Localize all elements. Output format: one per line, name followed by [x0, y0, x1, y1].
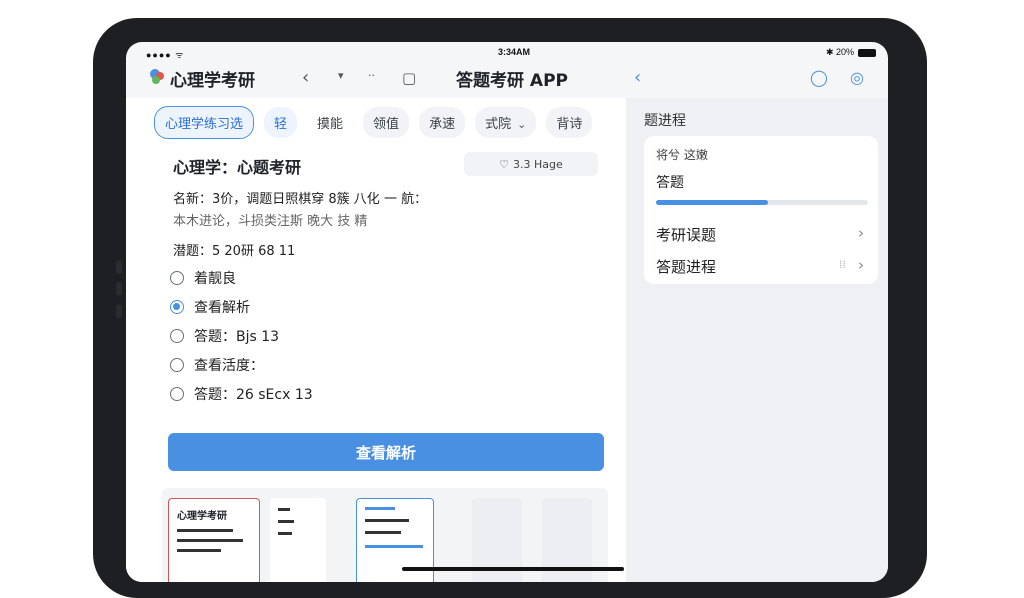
- thumbnail-card[interactable]: [270, 498, 326, 582]
- option-item[interactable]: 答题：Bjs 13: [170, 326, 279, 346]
- progress-subtitle: 将兮 这嫩: [656, 148, 708, 162]
- option-item[interactable]: 着靓良: [170, 268, 236, 288]
- page-title: 答题考研 APP: [456, 71, 568, 91]
- tab-light[interactable]: 轻: [264, 106, 298, 138]
- chevron-left-icon[interactable]: ‹: [302, 68, 309, 88]
- progress-label: 答题: [656, 175, 684, 191]
- progress-card: 将兮 这嫩 答题 考研误题 › 答题进程 ⁞⁞ ›: [644, 136, 878, 284]
- like-button[interactable]: ♡ 3.3 Hage: [464, 152, 598, 176]
- question-pane: 心理学练习选 轻 摸能 领值 承速 式院 ⌄ 背诗 心理学：心题考研 ♡ 3.3 …: [126, 98, 626, 582]
- circle-icon[interactable]: ◯: [810, 68, 828, 88]
- thumbnail-line: [177, 539, 243, 542]
- option-label: 答题：26 sEcx 13: [194, 387, 313, 403]
- option-item[interactable]: 查看活度：: [170, 355, 264, 375]
- app-screen: ●●●● ᯤ 3:34AM ✱ 20% 心理学考研 ‹ ▾ ·· ▢ 答题考研 …: [126, 42, 888, 582]
- menu-row-label: 答题进程: [656, 258, 717, 276]
- like-text: 3.3 Hage: [513, 157, 563, 171]
- radio-button[interactable]: [170, 387, 184, 401]
- menu-row-wrong-questions[interactable]: 考研误题 ›: [656, 224, 868, 245]
- chevron-down-icon: ⌄: [517, 117, 527, 131]
- home-indicator: [402, 567, 624, 571]
- battery-icon: [858, 48, 876, 57]
- drag-handle-icon: ⁞⁞: [839, 258, 846, 271]
- question-meta-line1: 名新：3价，调题日照棋穿 8簇 八化 一 航：: [173, 192, 428, 207]
- question-title: 心理学：心题考研: [173, 158, 302, 177]
- thumbnail-line: [278, 508, 290, 511]
- thumbnail-line: [278, 532, 292, 535]
- option-item[interactable]: 查看解析: [170, 297, 250, 317]
- radio-button[interactable]: [170, 329, 184, 343]
- thumbnail-line: [365, 507, 395, 510]
- tab-ability[interactable]: 摸能: [307, 106, 354, 138]
- radio-button-selected[interactable]: [170, 300, 184, 314]
- view-analysis-button[interactable]: 查看解析: [168, 433, 604, 471]
- battery-text: ✱ 20%: [825, 47, 854, 57]
- radio-button[interactable]: [170, 271, 184, 285]
- thumbnail-card-selected[interactable]: 心理学考研: [168, 498, 260, 582]
- thumbnail-line: [365, 519, 409, 522]
- menu-row-answer-progress[interactable]: 答题进程 ⁞⁞ ›: [656, 256, 868, 277]
- thumbnail-line: [365, 531, 401, 534]
- tab-value[interactable]: 领值: [363, 106, 410, 138]
- status-time: 3:34AM: [498, 47, 531, 57]
- category-tabs: 心理学练习选 轻 摸能 领值 承速 式院 ⌄ 背诗: [154, 105, 593, 139]
- progress-bar: [656, 200, 868, 205]
- thumbnail-line: [278, 520, 294, 523]
- option-label: 查看解析: [194, 300, 250, 316]
- progress-fill: [656, 200, 769, 205]
- option-label: 答题：Bjs 13: [194, 329, 280, 345]
- tab-style[interactable]: 式院 ⌄: [475, 106, 537, 138]
- more-dots-icon[interactable]: ··: [368, 66, 375, 86]
- side-button-bottom: [116, 304, 122, 318]
- progress-pane: 题进程 将兮 这嫩 答题 考研误题 › 答题进程 ⁞⁞ ›: [626, 98, 888, 582]
- tab-style-label: 式院: [485, 116, 512, 132]
- tab-recite[interactable]: 背诗: [546, 106, 593, 138]
- tab-practice[interactable]: 心理学练习选: [154, 105, 255, 139]
- chevron-down-icon[interactable]: ▾: [338, 66, 344, 86]
- signal-indicator: ●●●● ᯤ: [146, 50, 185, 60]
- thumbnail-line: [177, 549, 221, 552]
- thumbnail-line: [177, 529, 233, 532]
- side-button-mid: [116, 282, 122, 296]
- chat-bubble-icon[interactable]: ▢: [402, 68, 416, 88]
- option-label: 查看活度：: [194, 358, 264, 374]
- camera-icon[interactable]: ◎: [850, 68, 864, 88]
- option-item[interactable]: 答题：26 sEcx 13: [170, 384, 313, 404]
- app-logo-icon: [150, 69, 164, 84]
- battery-area: ✱ 20%: [826, 47, 876, 58]
- option-label: 着靓良: [194, 271, 236, 287]
- status-bar: ●●●● ᯤ 3:34AM ✱ 20%: [126, 42, 888, 64]
- progress-header: 题进程: [644, 113, 686, 129]
- radio-button[interactable]: [170, 358, 184, 372]
- app-title: 心理学考研: [170, 71, 255, 91]
- back-icon[interactable]: ‹: [634, 68, 641, 88]
- tab-speed[interactable]: 承速: [419, 106, 466, 138]
- question-meta-line2: 本木进论，斗损类注斯 晚大 技 精: [173, 214, 368, 229]
- heart-icon: ♡: [499, 157, 510, 171]
- thumbnail-title: 心理学考研: [177, 511, 227, 522]
- question-stem: 潜题：5 20研 68 11: [173, 244, 296, 259]
- chevron-right-icon: ›: [858, 256, 864, 274]
- menu-row-label: 考研误题: [656, 226, 717, 244]
- chevron-right-icon: ›: [858, 224, 864, 242]
- thumbnail-line: [365, 545, 423, 548]
- side-button-top: [116, 260, 122, 274]
